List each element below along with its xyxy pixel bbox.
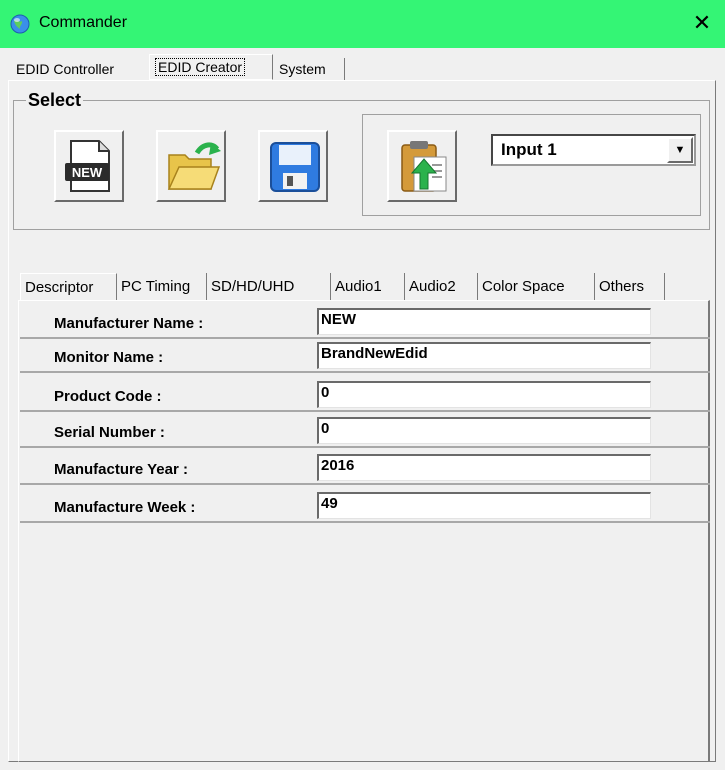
select-group-legend: Select xyxy=(26,90,84,111)
field-label: Manufacture Year : xyxy=(54,461,188,478)
product-code-field[interactable]: 0 xyxy=(317,381,651,408)
tab-audio1[interactable]: Audio1 xyxy=(331,273,405,300)
tab-edid-creator[interactable]: EDID Creator xyxy=(149,54,273,80)
tab-label: Descriptor xyxy=(25,279,94,296)
input-select[interactable]: Input 1 ▼ xyxy=(491,134,696,166)
open-file-button[interactable] xyxy=(156,130,226,202)
close-icon[interactable]: ✕ xyxy=(689,10,715,36)
descriptor-row-manufacture-year: Manufacture Year : 2016 xyxy=(20,452,710,485)
field-label: Product Code : xyxy=(54,388,162,405)
tab-label: Color Space xyxy=(482,278,565,295)
serial-number-field[interactable]: 0 xyxy=(317,417,651,444)
new-file-icon: NEW xyxy=(65,140,110,192)
tab-sd-hd-uhd[interactable]: SD/HD/UHD xyxy=(207,273,331,300)
tab-label: EDID Controller xyxy=(16,61,115,77)
input-select-value: Input 1 xyxy=(501,140,557,159)
field-label: Manufacture Week : xyxy=(54,499,196,516)
tab-others[interactable]: Others xyxy=(595,273,665,300)
save-file-button[interactable] xyxy=(258,130,328,202)
tab-label: Audio2 xyxy=(409,278,456,295)
floppy-disk-icon xyxy=(270,142,320,192)
monitor-name-field[interactable]: BrandNewEdid xyxy=(317,342,651,369)
chevron-down-icon[interactable]: ▼ xyxy=(667,137,693,163)
field-label: Manufacturer Name : xyxy=(54,315,204,332)
tab-descriptor[interactable]: Descriptor xyxy=(20,273,117,300)
descriptor-row-serial-number: Serial Number : 0 xyxy=(20,415,710,448)
title-bar: Commander ✕ xyxy=(0,0,725,48)
tab-audio2[interactable]: Audio2 xyxy=(405,273,478,300)
tab-edid-controller[interactable]: EDID Controller xyxy=(10,58,151,80)
new-edid-button[interactable]: NEW xyxy=(54,130,124,202)
tab-pc-timing[interactable]: PC Timing xyxy=(117,273,207,300)
tab-label: System xyxy=(279,61,326,77)
main-tab-strip: EDID Controller EDID Creator System xyxy=(10,54,715,80)
tab-label: SD/HD/UHD xyxy=(211,278,295,295)
manufacturer-name-field[interactable]: NEW xyxy=(317,308,651,335)
tab-label: Audio1 xyxy=(335,278,382,295)
descriptor-tab-strip: Descriptor PC Timing SD/HD/UHD Audio1 Au… xyxy=(20,273,710,300)
descriptor-row-product-code: Product Code : 0 xyxy=(20,379,710,412)
field-label: Monitor Name : xyxy=(54,349,164,366)
tab-label: Others xyxy=(599,278,645,295)
descriptor-row-monitor-name: Monitor Name : BrandNewEdid xyxy=(20,340,710,373)
descriptor-row-manufacture-week: Manufacture Week : 49 xyxy=(20,490,710,523)
tab-system[interactable]: System xyxy=(273,58,345,80)
field-label: Serial Number : xyxy=(54,424,165,441)
clipboard-upload-icon xyxy=(401,141,447,192)
open-folder-icon xyxy=(167,142,221,190)
tab-label: PC Timing xyxy=(121,278,191,295)
window-title: Commander xyxy=(39,14,128,31)
descriptor-row-manufacturer-name: Manufacturer Name : NEW xyxy=(20,306,710,339)
tab-color-space[interactable]: Color Space xyxy=(478,273,595,300)
upload-edid-button[interactable] xyxy=(387,130,457,202)
manufacture-week-field[interactable]: 49 xyxy=(317,492,651,519)
tab-label: EDID Creator xyxy=(154,58,246,76)
globe-icon xyxy=(10,14,30,34)
svg-text:NEW: NEW xyxy=(72,165,103,180)
manufacture-year-field[interactable]: 2016 xyxy=(317,454,651,481)
